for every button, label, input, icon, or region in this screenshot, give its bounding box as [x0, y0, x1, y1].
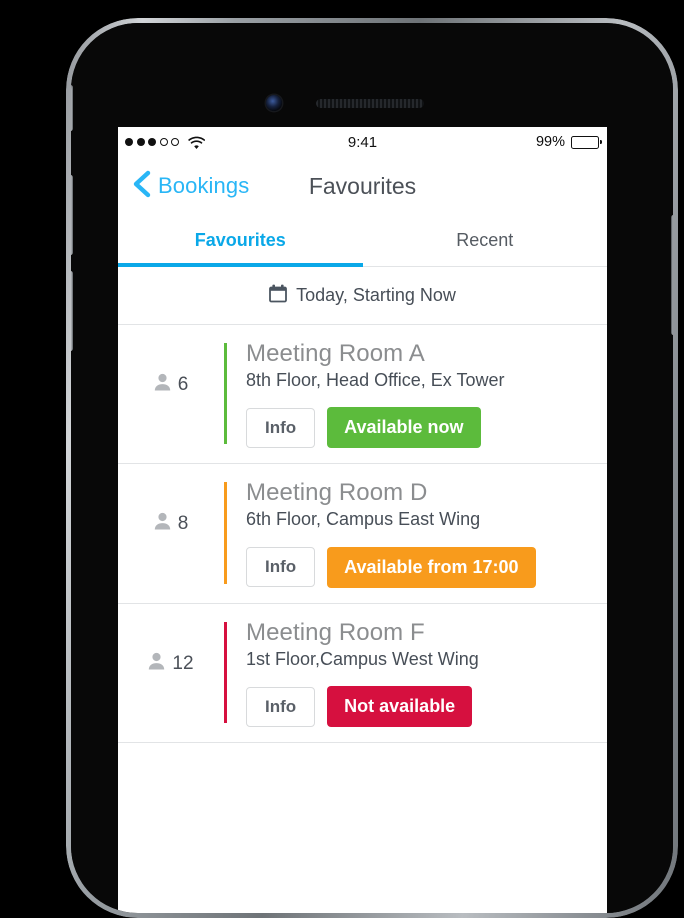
battery-percent-label: 99%: [535, 134, 565, 150]
signal-strength-icon: [125, 138, 179, 146]
room-actions: Info Not available: [246, 686, 607, 728]
phone-frame: 9:41 99% Bookings Favourites Favourites …: [66, 18, 678, 918]
battery-icon: [571, 135, 602, 149]
status-badge[interactable]: Available now: [327, 407, 481, 449]
room-capacity-value: 6: [177, 374, 189, 395]
room-name: Meeting Room D: [246, 479, 428, 507]
room-details: Meeting Room A 8th Floor, Head Office, E…: [227, 340, 607, 449]
power-button[interactable]: [671, 215, 673, 335]
room-capacity-value: 12: [172, 652, 194, 674]
room-capacity: 6: [118, 341, 224, 397]
tab-bar: Favourites Recent: [118, 215, 607, 267]
volume-up-button[interactable]: [71, 175, 73, 255]
room-location: 8th Floor, Head Office, Ex Tower: [246, 369, 505, 390]
table-row[interactable]: 6 Meeting Room A 8th Floor, Head Office,…: [118, 325, 607, 465]
person-icon: [148, 652, 165, 676]
status-battery-group: 99%: [535, 134, 602, 150]
room-actions: Info Available now: [246, 407, 607, 449]
back-button-label: Bookings: [158, 173, 250, 198]
room-location: 6th Floor, Campus East Wing: [246, 509, 481, 530]
room-actions: Info Available from 17:00: [246, 546, 607, 588]
room-capacity: 12: [118, 620, 224, 676]
room-name: Meeting Room F: [246, 618, 425, 646]
tab-recent[interactable]: Recent: [363, 215, 608, 266]
date-filter[interactable]: Today, Starting Now: [118, 267, 607, 325]
calendar-icon: [269, 284, 288, 308]
person-icon: [154, 512, 171, 536]
front-camera-icon: [266, 95, 282, 111]
room-details: Meeting Room F 1st Floor,Campus West Win…: [227, 618, 607, 728]
phone-body: 9:41 99% Bookings Favourites Favourites …: [71, 23, 673, 913]
info-button[interactable]: Info: [246, 547, 316, 588]
info-button[interactable]: Info: [246, 686, 316, 727]
info-button[interactable]: Info: [246, 407, 316, 448]
room-capacity: 8: [118, 480, 224, 536]
room-name: Meeting Room A: [246, 340, 425, 367]
volume-down-button[interactable]: [71, 271, 73, 351]
table-row[interactable]: 8 Meeting Room D 6th Floor, Campus East …: [118, 464, 607, 604]
tab-favourites[interactable]: Favourites: [118, 215, 363, 267]
chevron-left-icon: [132, 170, 151, 203]
mute-switch-button[interactable]: [71, 85, 73, 131]
room-location: 1st Floor,Campus West Wing: [246, 648, 479, 669]
status-badge[interactable]: Not available: [327, 686, 473, 728]
room-details: Meeting Room D 6th Floor, Campus East Wi…: [227, 479, 607, 588]
wifi-icon: [188, 136, 205, 149]
status-bar: 9:41 99%: [118, 127, 607, 157]
room-list: 6 Meeting Room A 8th Floor, Head Office,…: [118, 325, 607, 744]
person-icon: [154, 373, 171, 397]
nav-bar: Bookings Favourites: [118, 157, 607, 215]
date-filter-label: Today, Starting Now: [296, 285, 456, 305]
table-row[interactable]: 12 Meeting Room F 1st Floor,Campus West …: [118, 604, 607, 744]
room-capacity-value: 8: [177, 513, 189, 535]
phone-screen: 9:41 99% Bookings Favourites Favourites …: [118, 127, 607, 913]
status-badge[interactable]: Available from 17:00: [327, 546, 536, 588]
back-button[interactable]: Bookings: [132, 170, 249, 203]
earpiece-speaker: [316, 99, 424, 108]
